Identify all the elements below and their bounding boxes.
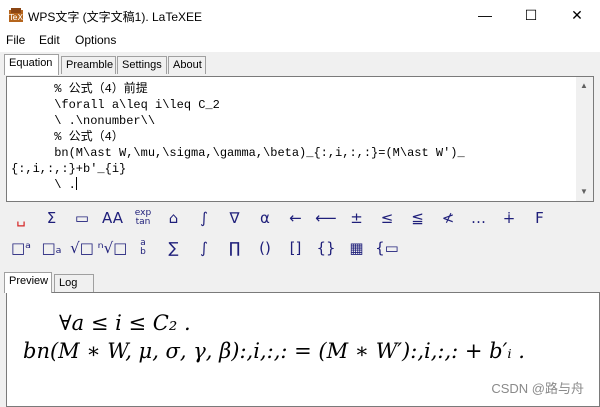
menu-edit[interactable]: Edit <box>39 33 60 47</box>
sqrt-icon[interactable]: √□ <box>69 236 95 260</box>
tab-log[interactable]: Log <box>54 274 94 292</box>
font-style-icon[interactable]: AA <box>100 206 126 230</box>
formula-line-1: ∀a ≤ i ≤ C₂ . <box>59 311 191 335</box>
tab-about[interactable]: About <box>168 56 206 74</box>
parentheses-icon[interactable]: () <box>252 236 278 260</box>
nabla-icon[interactable]: ∇ <box>222 206 248 230</box>
tab-preview[interactable]: Preview <box>4 272 52 293</box>
code-line: \forall a\leq i\leq C_2 <box>11 98 220 112</box>
alpha-icon[interactable]: α <box>252 206 278 230</box>
sum-icon[interactable]: ∑ <box>161 236 187 260</box>
tab-settings[interactable]: Settings <box>117 56 167 74</box>
long-left-arrow-icon[interactable]: ⟵ <box>313 206 339 230</box>
scroll-up-icon[interactable]: ▲ <box>580 81 588 90</box>
watermark: CSDN @路与舟 <box>491 381 584 396</box>
tab-equation[interactable]: Equation <box>4 54 59 75</box>
nth-root-icon[interactable]: ⁿ√□ <box>98 236 128 260</box>
equation-editor[interactable]: % 公式（4）前提 \forall a\leq i\leq C_2 \ .\no… <box>6 76 594 202</box>
code-line: % 公式（4） <box>11 130 124 144</box>
product-icon[interactable]: ∏ <box>222 236 248 260</box>
not-less-icon[interactable]: ≮ <box>435 206 461 230</box>
subscript-icon[interactable]: □ₐ <box>39 236 65 260</box>
text-caret <box>75 177 77 190</box>
app-icon: TeX <box>8 8 23 22</box>
frac-stack-icon[interactable]: ▭ <box>69 206 95 230</box>
leq-icon[interactable]: ≤ <box>374 206 400 230</box>
window-title: WPS文字 (文字文稿1). LaTeXEE <box>28 10 203 24</box>
code-line: {:,i,:,:}+b'_{i} <box>11 162 127 176</box>
title-bar: TeX WPS文字 (文字文稿1). LaTeXEE — ☐ ✕ <box>0 0 600 30</box>
dagger-icon[interactable]: ∔ <box>496 206 522 230</box>
cases-icon[interactable]: {▭ <box>374 236 400 260</box>
formula-line-2: bn(M ∗ W, μ, σ, γ, β):,i,:,: = (M ∗ W′):… <box>23 339 525 363</box>
space-icon[interactable]: ␣ <box>8 206 34 230</box>
left-arrow-icon[interactable]: ← <box>283 206 309 230</box>
code-text[interactable]: % 公式（4）前提 \forall a\leq i\leq C_2 \ .\no… <box>11 81 575 193</box>
editor-scrollbar[interactable]: ▲ ▼ <box>576 77 593 201</box>
plus-minus-icon[interactable]: ± <box>344 206 370 230</box>
minimize-icon: — <box>478 7 492 23</box>
accent-box-icon[interactable]: ⌂ <box>161 206 187 230</box>
code-line: \ .\nonumber\\ <box>11 114 156 128</box>
tab-preamble[interactable]: Preamble <box>61 56 116 74</box>
matrix-icon[interactable]: ▦ <box>344 236 370 260</box>
font-f-icon[interactable]: F <box>527 206 553 230</box>
scroll-down-icon[interactable]: ▼ <box>580 187 588 196</box>
maximize-icon: ☐ <box>524 6 538 23</box>
brackets-icon[interactable]: [] <box>283 236 309 260</box>
leqq-icon[interactable]: ≦ <box>405 206 431 230</box>
menu-options[interactable]: Options <box>75 33 116 47</box>
exp-tan-icon[interactable]: exp tan <box>130 206 156 230</box>
integral-icon[interactable]: ∫ <box>191 236 217 260</box>
menu-bar: File Edit Options <box>0 30 600 52</box>
code-line-cursor: \ . <box>11 177 77 192</box>
code-line: bn(M\ast W,\mu,\sigma,\gamma,\beta)_{:,i… <box>11 146 465 160</box>
braces-icon[interactable]: {} <box>313 236 339 260</box>
menu-file[interactable]: File <box>6 33 25 47</box>
integral-box-icon[interactable]: ∫ <box>191 206 217 230</box>
minimize-button[interactable]: — <box>462 0 508 30</box>
superscript-icon[interactable]: □ᵃ <box>8 236 34 260</box>
svg-text:TeX: TeX <box>8 13 23 22</box>
close-button[interactable]: ✕ <box>554 0 600 30</box>
ellipsis-icon[interactable]: … <box>466 206 492 230</box>
symbol-toolbar: ␣ Σ ▭ AA exp tan ⌂ ∫ ∇ α ← ⟵ ± ≤ ≦ ≮… ∔ F □ᵃ □ₐ √□ ⁿ√□ a b ∑ ∫ ∏… <box>8 206 594 264</box>
code-line: % 公式（4）前提 <box>11 82 148 96</box>
sum-sub-icon[interactable]: Σ <box>39 206 65 230</box>
close-icon: ✕ <box>571 6 583 23</box>
maximize-button[interactable]: ☐ <box>508 0 554 30</box>
fraction-icon[interactable]: a b <box>130 236 156 260</box>
